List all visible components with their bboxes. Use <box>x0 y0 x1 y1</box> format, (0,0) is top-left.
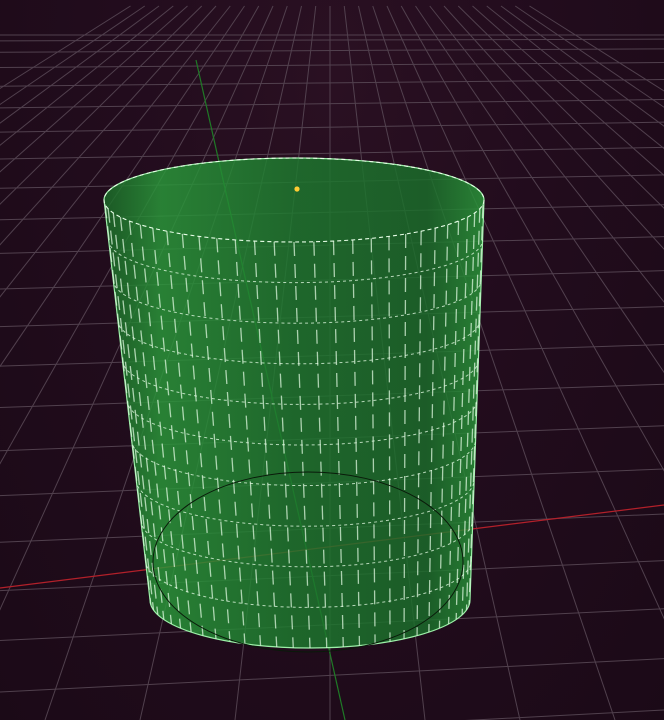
viewport-scene[interactable] <box>0 0 664 720</box>
grid-line <box>457 5 664 209</box>
grid-line <box>0 79 664 87</box>
grid-line <box>0 146 664 160</box>
cylinder-body[interactable] <box>103 157 485 649</box>
grid-line <box>529 5 664 92</box>
grid-line <box>0 121 664 133</box>
3d-viewport[interactable] <box>0 0 664 720</box>
pivot-point-icon[interactable] <box>294 186 300 192</box>
grid-line <box>464 709 664 720</box>
grid-line <box>514 5 664 108</box>
cylinder-object[interactable] <box>103 157 485 653</box>
